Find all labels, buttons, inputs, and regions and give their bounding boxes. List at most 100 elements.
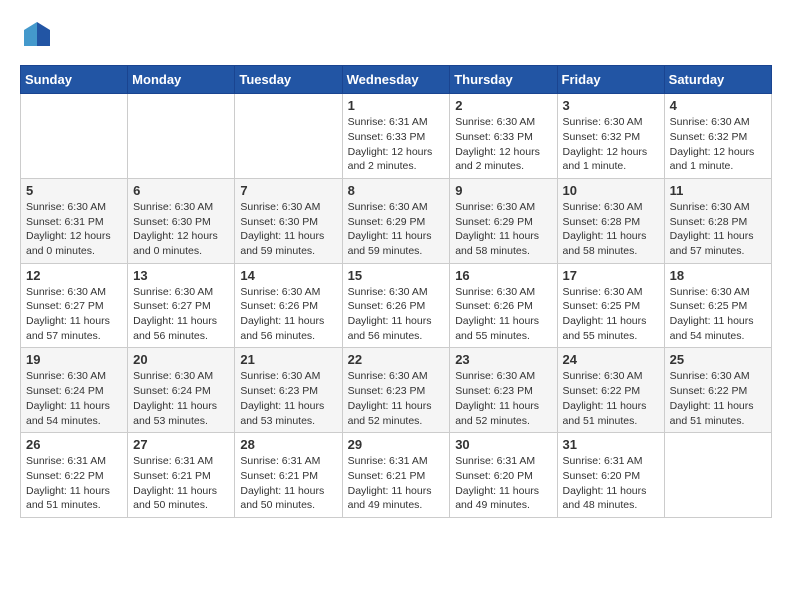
calendar-cell: 6 Sunrise: 6:30 AMSunset: 6:30 PMDaylight… <box>128 178 235 263</box>
day-number: 22 <box>348 352 445 367</box>
calendar-cell: 4 Sunrise: 6:30 AMSunset: 6:32 PMDaylight… <box>664 94 771 179</box>
day-info: Sunrise: 6:31 AMSunset: 6:20 PMDaylight:… <box>455 454 551 513</box>
day-number: 16 <box>455 268 551 283</box>
calendar-cell: 5 Sunrise: 6:30 AMSunset: 6:31 PMDaylight… <box>21 178 128 263</box>
calendar-table: SundayMondayTuesdayWednesdayThursdayFrid… <box>20 65 772 518</box>
calendar-cell: 9 Sunrise: 6:30 AMSunset: 6:29 PMDaylight… <box>450 178 557 263</box>
day-number: 13 <box>133 268 229 283</box>
calendar-cell: 29Sunrise: 6:31 AMSunset: 6:21 PMDayligh… <box>342 433 450 518</box>
calendar-cell: 30 Sunrise: 6:31 AMSunset: 6:20 PMDayligh… <box>450 433 557 518</box>
day-info: Sunrise: 6:30 AMSunset: 6:31 PMDaylight:… <box>26 200 122 259</box>
day-number: 26 <box>26 437 122 452</box>
day-info: Sunrise: 6:31 AMSunset: 6:33 PMDaylight:… <box>348 115 445 174</box>
day-info: Sunrise: 6:31 AMSunset: 6:21 PMDaylight:… <box>133 454 229 513</box>
calendar-cell <box>128 94 235 179</box>
calendar-cell: 14 Sunrise: 6:30 AMSunset: 6:26 PMDayligh… <box>235 263 342 348</box>
day-info: Sunrise: 6:30 AMSunset: 6:26 PMDaylight:… <box>240 285 336 344</box>
day-info: Sunrise: 6:30 AMSunset: 6:27 PMDaylight:… <box>26 285 122 344</box>
day-number: 5 <box>26 183 122 198</box>
day-number: 15 <box>348 268 445 283</box>
day-info: Sunrise: 6:30 AMSunset: 6:28 PMDaylight:… <box>563 200 659 259</box>
calendar-header-tuesday: Tuesday <box>235 66 342 94</box>
day-info: Sunrise: 6:30 AMSunset: 6:25 PMDaylight:… <box>563 285 659 344</box>
day-number: 17 <box>563 268 659 283</box>
day-info: Sunrise: 6:30 AMSunset: 6:23 PMDaylight:… <box>348 369 445 428</box>
day-number: 3 <box>563 98 659 113</box>
day-number: 24 <box>563 352 659 367</box>
logo <box>20 20 52 55</box>
day-number: 29 <box>348 437 445 452</box>
calendar-cell: 16 Sunrise: 6:30 AMSunset: 6:26 PMDayligh… <box>450 263 557 348</box>
day-info: Sunrise: 6:30 AMSunset: 6:24 PMDaylight:… <box>133 369 229 428</box>
day-info: Sunrise: 6:30 AMSunset: 6:30 PMDaylight:… <box>240 200 336 259</box>
calendar-cell: 10 Sunrise: 6:30 AMSunset: 6:28 PMDayligh… <box>557 178 664 263</box>
calendar-cell: 22 Sunrise: 6:30 AMSunset: 6:23 PMDayligh… <box>342 348 450 433</box>
day-info: Sunrise: 6:30 AMSunset: 6:27 PMDaylight:… <box>133 285 229 344</box>
day-number: 20 <box>133 352 229 367</box>
calendar-cell: 15 Sunrise: 6:30 AMSunset: 6:26 PMDayligh… <box>342 263 450 348</box>
calendar-cell: 28Sunrise: 6:31 AMSunset: 6:21 PMDayligh… <box>235 433 342 518</box>
day-number: 10 <box>563 183 659 198</box>
day-number: 14 <box>240 268 336 283</box>
day-number: 30 <box>455 437 551 452</box>
day-info: Sunrise: 6:30 AMSunset: 6:32 PMDaylight:… <box>670 115 766 174</box>
calendar-cell <box>664 433 771 518</box>
day-number: 8 <box>348 183 445 198</box>
day-info: Sunrise: 6:30 AMSunset: 6:28 PMDaylight:… <box>670 200 766 259</box>
day-number: 1 <box>348 98 445 113</box>
calendar-cell: 19 Sunrise: 6:30 AMSunset: 6:24 PMDayligh… <box>21 348 128 433</box>
calendar-cell: 21 Sunrise: 6:30 AMSunset: 6:23 PMDayligh… <box>235 348 342 433</box>
calendar-header-friday: Friday <box>557 66 664 94</box>
calendar-cell: 2Sunrise: 6:30 AMSunset: 6:33 PMDaylight… <box>450 94 557 179</box>
day-number: 12 <box>26 268 122 283</box>
day-number: 6 <box>133 183 229 198</box>
day-info: Sunrise: 6:31 AMSunset: 6:20 PMDaylight:… <box>563 454 659 513</box>
calendar-cell: 26 Sunrise: 6:31 AMSunset: 6:22 PMDayligh… <box>21 433 128 518</box>
calendar-cell <box>235 94 342 179</box>
page-header <box>20 20 772 55</box>
calendar-cell: 20 Sunrise: 6:30 AMSunset: 6:24 PMDayligh… <box>128 348 235 433</box>
day-number: 2 <box>455 98 551 113</box>
day-info: Sunrise: 6:30 AMSunset: 6:29 PMDaylight:… <box>455 200 551 259</box>
day-info: Sunrise: 6:30 AMSunset: 6:22 PMDaylight:… <box>670 369 766 428</box>
calendar-cell: 23 Sunrise: 6:30 AMSunset: 6:23 PMDayligh… <box>450 348 557 433</box>
calendar-header-sunday: Sunday <box>21 66 128 94</box>
day-info: Sunrise: 6:30 AMSunset: 6:32 PMDaylight:… <box>563 115 659 174</box>
day-info: Sunrise: 6:30 AMSunset: 6:22 PMDaylight:… <box>563 369 659 428</box>
day-number: 31 <box>563 437 659 452</box>
day-number: 19 <box>26 352 122 367</box>
calendar-cell: 11Sunrise: 6:30 AMSunset: 6:28 PMDayligh… <box>664 178 771 263</box>
day-number: 21 <box>240 352 336 367</box>
calendar-cell: 13 Sunrise: 6:30 AMSunset: 6:27 PMDayligh… <box>128 263 235 348</box>
day-info: Sunrise: 6:31 AMSunset: 6:22 PMDaylight:… <box>26 454 122 513</box>
day-number: 23 <box>455 352 551 367</box>
calendar-week-row: 1 Sunrise: 6:31 AMSunset: 6:33 PMDaylight… <box>21 94 772 179</box>
calendar-cell: 1 Sunrise: 6:31 AMSunset: 6:33 PMDaylight… <box>342 94 450 179</box>
day-info: Sunrise: 6:30 AMSunset: 6:23 PMDaylight:… <box>455 369 551 428</box>
day-info: Sunrise: 6:30 AMSunset: 6:23 PMDaylight:… <box>240 369 336 428</box>
calendar-header-row: SundayMondayTuesdayWednesdayThursdayFrid… <box>21 66 772 94</box>
calendar-cell: 7 Sunrise: 6:30 AMSunset: 6:30 PMDaylight… <box>235 178 342 263</box>
calendar-week-row: 12 Sunrise: 6:30 AMSunset: 6:27 PMDayligh… <box>21 263 772 348</box>
logo-icon <box>22 20 52 50</box>
calendar-cell: 12 Sunrise: 6:30 AMSunset: 6:27 PMDayligh… <box>21 263 128 348</box>
calendar-cell: 17 Sunrise: 6:30 AMSunset: 6:25 PMDayligh… <box>557 263 664 348</box>
calendar-cell: 3 Sunrise: 6:30 AMSunset: 6:32 PMDaylight… <box>557 94 664 179</box>
day-number: 9 <box>455 183 551 198</box>
calendar-header-wednesday: Wednesday <box>342 66 450 94</box>
day-info: Sunrise: 6:30 AMSunset: 6:24 PMDaylight:… <box>26 369 122 428</box>
day-number: 18 <box>670 268 766 283</box>
calendar-cell: 31 Sunrise: 6:31 AMSunset: 6:20 PMDayligh… <box>557 433 664 518</box>
day-info: Sunrise: 6:30 AMSunset: 6:25 PMDaylight:… <box>670 285 766 344</box>
day-number: 7 <box>240 183 336 198</box>
calendar-header-thursday: Thursday <box>450 66 557 94</box>
calendar-week-row: 26 Sunrise: 6:31 AMSunset: 6:22 PMDayligh… <box>21 433 772 518</box>
calendar-cell: 24 Sunrise: 6:30 AMSunset: 6:22 PMDayligh… <box>557 348 664 433</box>
day-number: 4 <box>670 98 766 113</box>
calendar-cell: 8 Sunrise: 6:30 AMSunset: 6:29 PMDaylight… <box>342 178 450 263</box>
day-info: Sunrise: 6:30 AMSunset: 6:30 PMDaylight:… <box>133 200 229 259</box>
day-info: Sunrise: 6:30 AMSunset: 6:29 PMDaylight:… <box>348 200 445 259</box>
day-info: Sunrise: 6:30 AMSunset: 6:26 PMDaylight:… <box>348 285 445 344</box>
day-info: Sunrise: 6:30 AMSunset: 6:26 PMDaylight:… <box>455 285 551 344</box>
calendar-week-row: 19 Sunrise: 6:30 AMSunset: 6:24 PMDayligh… <box>21 348 772 433</box>
